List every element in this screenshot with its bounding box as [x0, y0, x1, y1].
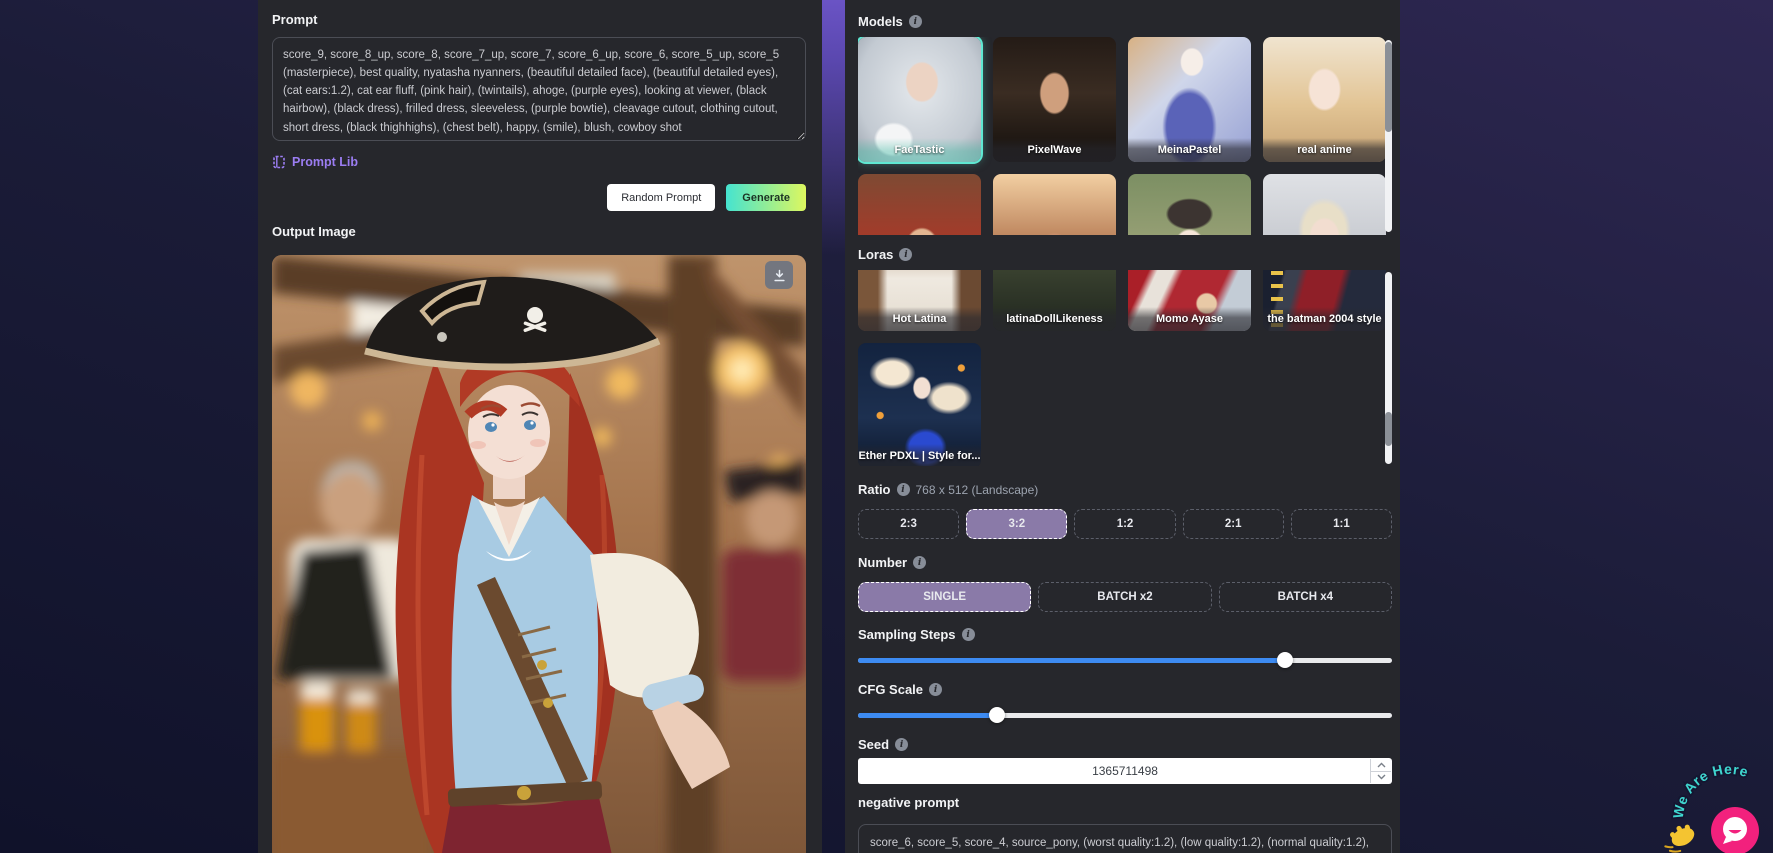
random-prompt-button[interactable]: Random Prompt	[607, 184, 716, 211]
seed-input[interactable]	[858, 758, 1392, 784]
seed-label: Seed	[858, 737, 890, 752]
lora-tile-batman-2004-style[interactable]: the batman 2004 style	[1263, 270, 1386, 331]
prompt-input[interactable]: score_9, score_8_up, score_8, score_7_up…	[272, 37, 806, 141]
cfg-scale-slider[interactable]	[858, 707, 1392, 723]
negative-prompt-label: negative prompt	[858, 795, 960, 810]
chevron-down-icon	[1377, 774, 1385, 780]
prompt-section-title: Prompt	[272, 12, 806, 27]
chat-widget[interactable]: We Are Here	[1657, 747, 1773, 853]
seed-increment-button[interactable]	[1371, 759, 1391, 772]
lora-tile-label: the batman 2004 style	[1263, 307, 1386, 331]
lora-tile-label: Ether PDXL | Style for...	[858, 444, 981, 466]
slider-fill	[858, 713, 997, 718]
models-info-icon[interactable]: i	[908, 15, 922, 28]
seed-field-wrap	[858, 758, 1392, 784]
model-tile-cropped-2[interactable]	[993, 174, 1116, 235]
output-image-label: Output Image	[272, 224, 356, 239]
number-info-icon[interactable]: i	[913, 556, 927, 569]
ratio-option-2-3[interactable]: 2:3	[858, 509, 960, 539]
number-option-single[interactable]: SINGLE	[858, 582, 1032, 612]
seed-section-title: Seed i	[858, 737, 1392, 752]
model-tile-cropped-4[interactable]	[1263, 174, 1386, 235]
number-option-batch-x2[interactable]: BATCH x2	[1038, 582, 1212, 612]
sampling-steps-section-title: Sampling Steps i	[858, 627, 1392, 642]
ratio-label: Ratio	[858, 482, 891, 497]
loras-label: Loras	[858, 247, 894, 262]
generated-image-pirate-girl	[272, 255, 806, 853]
loras-section-title: Loras i	[858, 247, 1392, 262]
cfg-scale-section-title: CFG Scale i	[858, 682, 1392, 697]
seed-info-icon[interactable]: i	[895, 738, 909, 751]
sampling-steps-info-icon[interactable]: i	[961, 628, 975, 641]
lora-tile-label: Momo Ayase	[1128, 307, 1251, 331]
download-icon	[773, 269, 785, 281]
ratio-current-value: 768 x 512 (Landscape)	[915, 482, 1039, 497]
lora-tile-latinadolllikeness[interactable]: latinaDollLikeness	[993, 270, 1116, 331]
slider-thumb[interactable]	[988, 707, 1005, 723]
models-scrollbar-thumb[interactable]	[1385, 42, 1392, 132]
ratio-info-icon[interactable]: i	[896, 483, 910, 496]
model-tile-cropped-1[interactable]	[858, 174, 981, 235]
prompt-label: Prompt	[272, 12, 318, 27]
models-grid: FaeTastic PixelWave MeinaPastel real ani…	[858, 37, 1392, 235]
ratio-section-title: Ratio i 768 x 512 (Landscape)	[858, 482, 1392, 497]
cfg-scale-info-icon[interactable]: i	[929, 683, 943, 696]
prompt-lib-link[interactable]: Prompt Lib	[272, 155, 358, 169]
lora-tile-momo-ayase[interactable]: Momo Ayase	[1128, 270, 1251, 331]
negative-prompt-input[interactable]: score_6, score_5, score_4, source_pony, …	[858, 824, 1392, 853]
model-tile-real-anime[interactable]: real anime	[1263, 37, 1386, 162]
seed-spinner	[1370, 759, 1391, 783]
generate-button[interactable]: Generate	[726, 184, 806, 211]
ratio-option-1-1[interactable]: 1:1	[1290, 509, 1393, 539]
model-tile-label: real anime	[1263, 138, 1386, 162]
model-tile-faetastic[interactable]: FaeTastic	[858, 37, 981, 162]
chat-button[interactable]	[1711, 807, 1759, 853]
left-panel: Prompt score_9, score_8_up, score_8, sco…	[258, 0, 822, 853]
output-image	[272, 255, 806, 853]
seed-decrement-button[interactable]	[1371, 771, 1391, 783]
ratio-option-2-1[interactable]: 2:1	[1182, 509, 1284, 539]
model-tile-label: FaeTastic	[858, 138, 981, 162]
number-label: Number	[858, 555, 908, 570]
chevron-up-icon	[1377, 762, 1385, 768]
ratio-options: 2:3 3:2 1:2 2:1 1:1	[858, 509, 1393, 539]
sampling-steps-slider[interactable]	[858, 652, 1392, 668]
cfg-scale-label: CFG Scale	[858, 682, 924, 697]
models-section-title: Models i	[858, 14, 1392, 29]
lora-tile-ether-pdxl[interactable]: Ether PDXL | Style for...	[858, 343, 981, 466]
number-section-title: Number i	[858, 555, 1392, 570]
number-options: SINGLE BATCH x2 BATCH x4	[858, 582, 1392, 612]
waving-hand-icon	[1664, 824, 1695, 853]
negative-prompt-section-title: negative prompt	[858, 795, 1392, 810]
loras-info-icon[interactable]: i	[899, 248, 913, 261]
lora-tile-hot-latina[interactable]: Hot Latina	[858, 270, 981, 331]
ratio-option-1-2[interactable]: 1:2	[1074, 509, 1176, 539]
model-tile-label: PixelWave	[993, 138, 1116, 162]
app-background: Prompt score_9, score_8_up, score_8, sco…	[0, 0, 1773, 853]
output-image-title: Output Image	[272, 224, 806, 239]
lora-tile-label: latinaDollLikeness	[993, 307, 1116, 331]
number-option-batch-x4[interactable]: BATCH x4	[1218, 582, 1392, 612]
model-tile-pixelwave[interactable]: PixelWave	[993, 37, 1116, 162]
model-tile-meinapastel[interactable]: MeinaPastel	[1128, 37, 1251, 162]
right-panel: Models i FaeTastic PixelWave MeinaPastel…	[845, 0, 1400, 853]
models-scrollbar	[1385, 40, 1392, 232]
loras-scrollbar	[1385, 272, 1392, 464]
slider-fill	[858, 658, 1286, 663]
book-icon	[273, 155, 285, 169]
lora-tile-label: Hot Latina	[858, 307, 981, 331]
models-label: Models	[858, 14, 903, 29]
sampling-steps-label: Sampling Steps	[858, 627, 956, 642]
ratio-option-3-2[interactable]: 3:2	[966, 509, 1068, 539]
slider-thumb[interactable]	[1277, 652, 1294, 668]
model-tile-cropped-3[interactable]	[1128, 174, 1251, 235]
loras-grid: Hot Latina latinaDollLikeness Momo Ayase…	[858, 270, 1392, 466]
model-tile-label: MeinaPastel	[1128, 138, 1251, 162]
download-image-button[interactable]	[765, 261, 793, 289]
prompt-lib-label: Prompt Lib	[292, 155, 358, 169]
loras-scrollbar-thumb[interactable]	[1385, 412, 1392, 446]
